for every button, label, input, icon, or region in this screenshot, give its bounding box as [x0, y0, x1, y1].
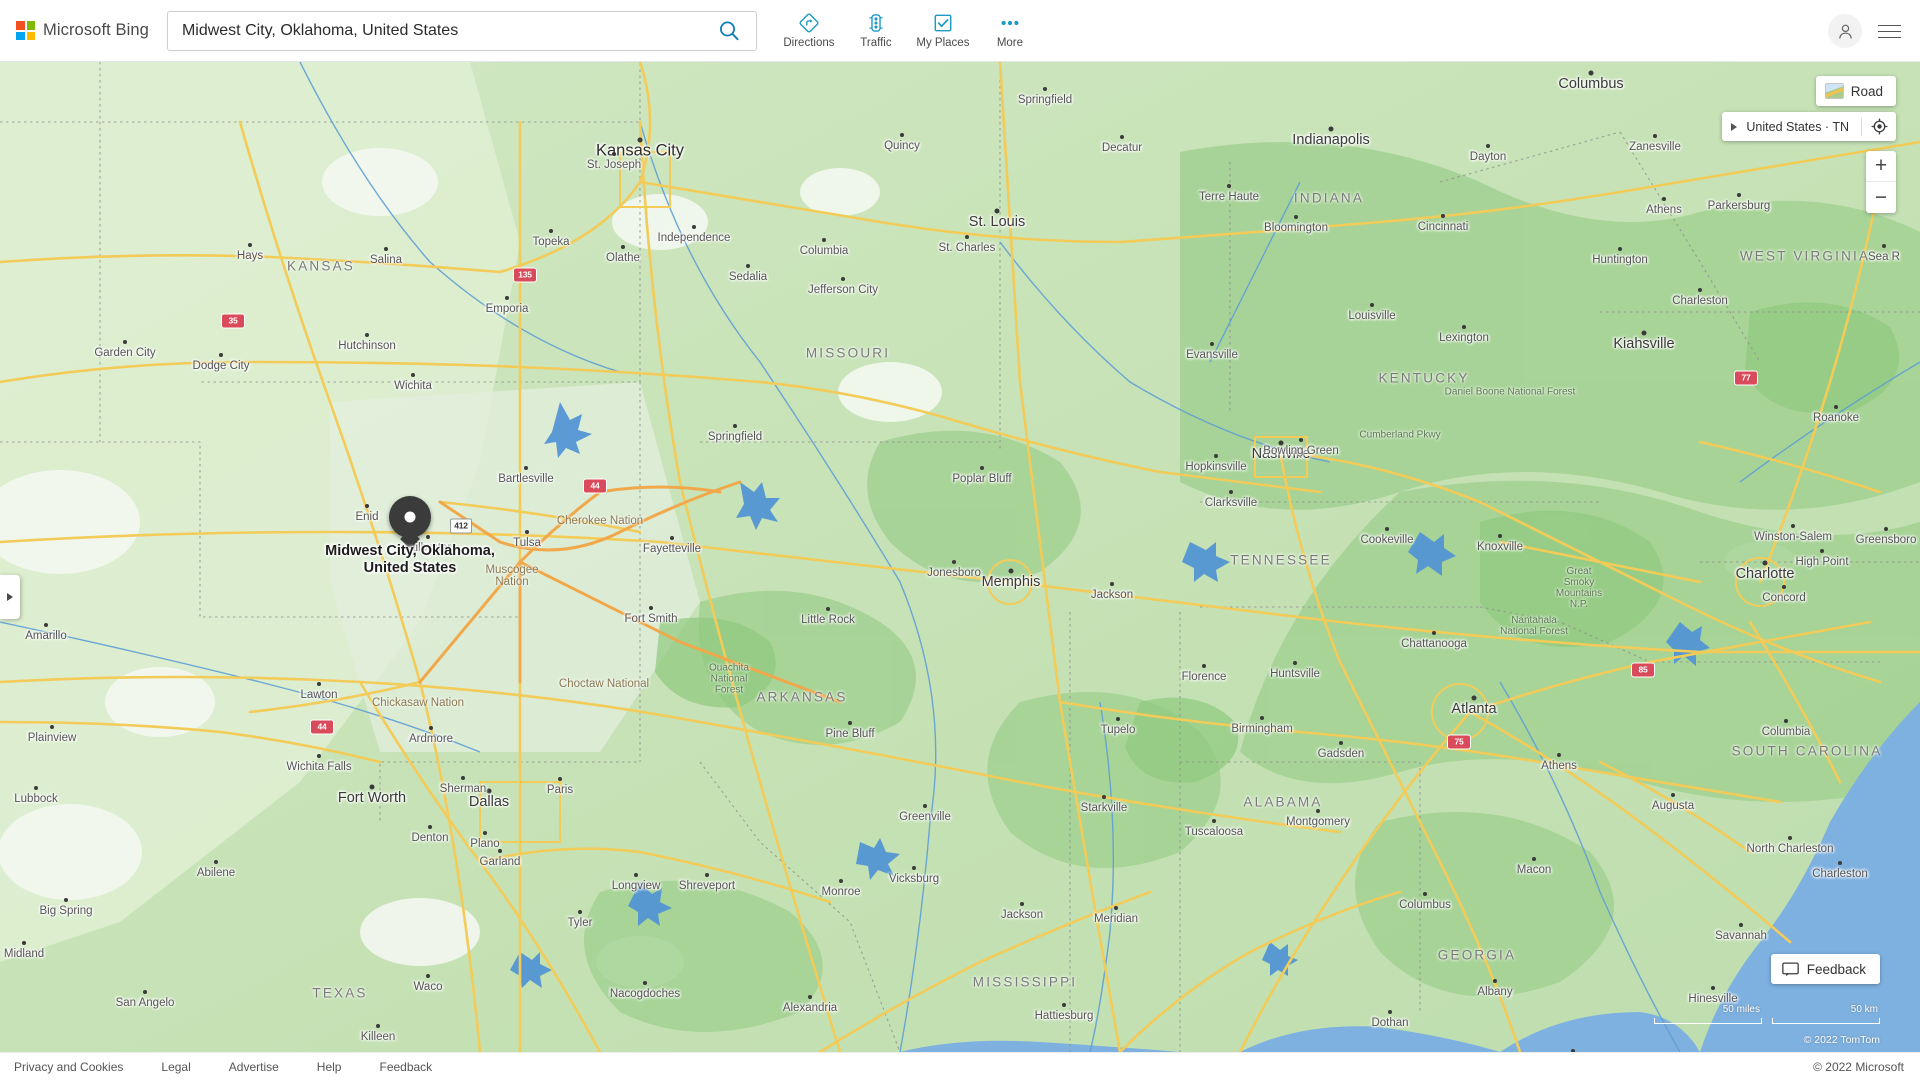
footer-link-feedback[interactable]: Feedback: [379, 1060, 432, 1074]
search-box[interactable]: [166, 10, 757, 51]
scale-km-label: 50 km: [1850, 1004, 1878, 1015]
search-button[interactable]: [702, 12, 756, 50]
map-thumbnail-icon: [1824, 83, 1844, 99]
toolbar-label-directions: Directions: [783, 37, 835, 49]
map-base-layer: [0, 62, 1920, 1052]
toolbar-item-traffic[interactable]: Traffic: [846, 2, 906, 60]
scale-miles-label: 50 miles: [1722, 1004, 1760, 1015]
speech-bubble-icon: [1781, 961, 1799, 976]
footer-copyright: © 2022 Microsoft: [1813, 1059, 1904, 1074]
search-icon: [719, 21, 739, 40]
map-viewport[interactable]: Kansas City Indianapolis Columbus St. Louis…: [0, 62, 1920, 1052]
map-feedback-label: Feedback: [1806, 961, 1866, 977]
pin-marker-icon[interactable]: [389, 496, 431, 538]
bing-logo[interactable]: Microsoft Bing: [0, 0, 163, 62]
search-container: [166, 10, 757, 51]
search-input[interactable]: [167, 11, 702, 50]
map-data-credit: © 2022 TomTom: [1803, 1034, 1880, 1046]
scale-km-bar: [1772, 1018, 1880, 1024]
scale-km: 50 km: [1772, 1004, 1880, 1026]
scale-bar: 50 miles 50 km: [1654, 1004, 1880, 1026]
account-person-icon: [1838, 24, 1852, 39]
locate-me-button[interactable]: [1862, 112, 1896, 141]
map-toolbar: Directions Traffic My Places More: [779, 0, 1047, 62]
checkbox-icon: [932, 12, 954, 34]
toolbar-item-directions[interactable]: Directions: [779, 2, 839, 60]
traffic-light-icon: [865, 12, 887, 34]
toolbar-label-my-places: My Places: [916, 37, 970, 49]
page-footer: Privacy and Cookies Legal Advertise Help…: [0, 1052, 1920, 1080]
app-header: Microsoft Bing Directions: [0, 0, 1920, 62]
scale-miles: 50 miles: [1654, 1004, 1762, 1026]
footer-links: Privacy and Cookies Legal Advertise Help…: [0, 1060, 432, 1074]
microsoft-logo-icon: [16, 21, 35, 40]
scale-miles-bar: [1654, 1018, 1762, 1024]
toolbar-item-my-places[interactable]: My Places: [913, 2, 973, 60]
ellipsis-icon: [998, 12, 1022, 34]
header-right-actions: [1828, 0, 1908, 62]
footer-link-privacy[interactable]: Privacy and Cookies: [14, 1060, 123, 1074]
toolbar-label-more: More: [996, 37, 1024, 49]
basemap-style-label: Road: [1850, 83, 1883, 99]
zoom-controls: + −: [1866, 151, 1896, 213]
hamburger-menu-icon: [1877, 24, 1901, 39]
location-bar[interactable]: United States · TN: [1722, 112, 1896, 141]
basemap-style-button[interactable]: Road: [1815, 76, 1896, 106]
map-feedback-button[interactable]: Feedback: [1770, 954, 1880, 984]
zoom-out-button[interactable]: −: [1866, 182, 1896, 213]
directions-icon: [798, 12, 820, 34]
location-label: United States · TN: [1746, 119, 1849, 134]
search-result-pin[interactable]: Midwest City, Oklahoma, United States: [325, 496, 495, 576]
hamburger-menu-button[interactable]: [1870, 12, 1908, 50]
footer-link-help[interactable]: Help: [317, 1060, 342, 1074]
footer-link-advertise[interactable]: Advertise: [229, 1060, 279, 1074]
footer-link-legal[interactable]: Legal: [161, 1060, 190, 1074]
zoom-in-button[interactable]: +: [1866, 151, 1896, 182]
chevron-right-icon: [7, 593, 13, 601]
side-panel-toggle[interactable]: [0, 575, 20, 619]
toolbar-item-more[interactable]: More: [980, 2, 1040, 60]
bing-logo-text: Microsoft Bing: [43, 21, 149, 39]
account-button[interactable]: [1828, 14, 1862, 48]
chevron-right-icon[interactable]: [1722, 112, 1746, 141]
locate-me-icon: [1870, 118, 1888, 135]
toolbar-label-traffic: Traffic: [860, 37, 892, 49]
